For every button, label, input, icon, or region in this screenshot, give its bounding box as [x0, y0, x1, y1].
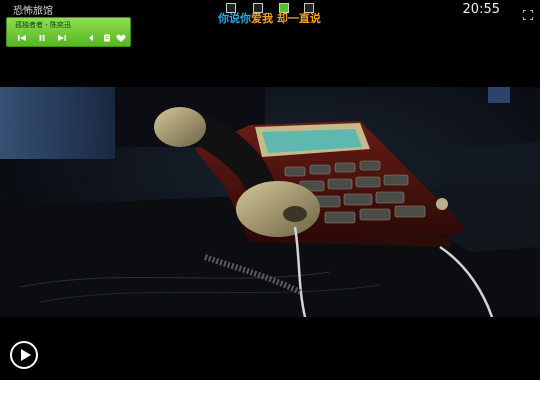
bottom-panel: [0, 380, 540, 405]
song-title: 孤独者者 - 陈奕迅: [15, 21, 71, 29]
fullscreen-icon[interactable]: [522, 5, 534, 21]
mini-music-player[interactable]: 孤独者者 - 陈奕迅: [6, 17, 131, 47]
pause-icon[interactable]: [36, 32, 48, 44]
play-button[interactable]: [10, 341, 38, 369]
video-frame[interactable]: [0, 87, 540, 317]
clock: 20:55: [462, 2, 500, 17]
lyric-sung: 你说你: [218, 12, 251, 25]
desktop-lyric: 你说你爱我 却一直说: [218, 10, 321, 26]
video-scene: [0, 87, 540, 317]
heart-icon[interactable]: [115, 32, 127, 44]
next-icon[interactable]: [56, 32, 68, 44]
playlist-icon[interactable]: [101, 32, 113, 44]
lyric-unsung: 爱我 却一直说: [251, 12, 321, 25]
window-title: 恐怖旅馆: [13, 6, 53, 17]
volume-icon[interactable]: [85, 32, 97, 44]
previous-icon[interactable]: [16, 32, 28, 44]
play-icon: [21, 349, 31, 361]
